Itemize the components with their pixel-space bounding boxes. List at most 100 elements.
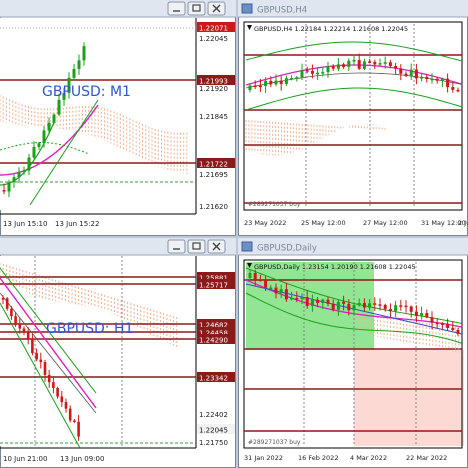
candle-bear [22,328,26,332]
candle-bear [305,297,309,306]
candle-bear [284,289,288,300]
chart-window-h1[interactable]: GBPUSD: H1 1.25881 1.25717 1.24682 1.24458 1.… [0,238,236,468]
candle-bear [331,66,335,69]
price-tick: 1.21620 [199,203,228,211]
candle-bull [17,171,21,178]
candle-bear [404,305,408,308]
candle-bull [42,130,46,144]
candle-bear [425,313,429,318]
candle-bear [264,279,268,288]
candle-bear [456,89,460,92]
candle-bear [373,303,377,305]
candle-bear [368,61,372,63]
chart-window-daily[interactable]: GBPUSD,Daily GBPUSD,Daily 1.23154 1.20190… [238,238,468,468]
candle-bull [336,64,340,69]
candle-bear [342,301,346,304]
candle-bear [26,331,30,339]
time-tick: 2 Ju [458,219,468,227]
candle-bear [316,299,320,303]
candle-bull [290,297,294,300]
candle-bear [5,298,9,309]
candle-bull [368,303,372,308]
candle-bull [357,302,361,306]
candle-bear [305,70,309,72]
time-tick: 27 May 12:00 [363,219,408,227]
candle-bull [352,60,356,62]
candle-bear [253,273,257,280]
maximize-button[interactable] [187,1,206,16]
candle-bear [43,362,47,375]
price-tag-level: 1.24290 [199,337,228,345]
order-label: #289271037 buy [248,201,301,208]
price-tag-level: 1.23342 [199,375,228,383]
candle-bear [56,387,59,397]
candle-bull [82,46,86,61]
candle-bull [352,305,356,311]
candle-bull [378,63,382,65]
chart-icon [241,241,253,252]
candle-bear [73,420,76,422]
maximize-button[interactable] [187,239,206,254]
plot-area [240,18,466,214]
ohlc-header: GBPUSD,H4 1.22184 1.22214 1.21608 1.2204… [254,25,408,33]
chart-window-h4[interactable]: GBPUSD,H4 GBPUSD,H4 1.22184 1.22214 1.216… [238,0,468,236]
plot-area [0,18,196,210]
time-tick: 31 Jan 2022 [244,454,283,462]
candle-bull [27,157,31,171]
time-tick: 4 Mar 2022 [350,454,387,462]
time-tick: 16 Feb 2022 [298,454,338,462]
candle-bear [357,60,361,69]
candle-bull [32,146,36,158]
candle-bear [258,85,262,88]
chart-caption: GBPUSD: M1 [42,84,131,100]
price-tick: 1.21695 [199,171,228,179]
chart-m1: GBPUSD: M11.220711.220451.219931.219201.… [0,0,236,228]
candle-bear [394,65,398,69]
candle-bear [310,70,314,74]
candle-bull [264,80,268,87]
candle-bear [39,359,43,363]
price-tag-level: 1.21722 [199,161,228,169]
time-tick: 13 Jun 09:00 [60,455,104,463]
minimize-button[interactable] [167,239,186,254]
chart-h4: GBPUSD,H4 GBPUSD,H4 1.22184 1.22214 1.216… [238,0,468,227]
candle-bull [72,68,76,78]
time-tick: 25 May 12:00 [301,219,346,227]
minimize-button[interactable] [167,1,186,16]
candle-bear [378,304,382,306]
candle-bull [290,78,294,80]
candle-bull [430,78,434,81]
candle-bull [7,182,11,192]
candle-bull [47,122,51,131]
candle-bear [440,323,444,325]
price-tick: 1.21920 [199,85,228,93]
candle-bear [77,421,80,437]
candle-bull [321,72,325,74]
candle-bull [269,287,273,290]
candle-bear [295,297,299,300]
candle-bull [52,114,56,123]
time-tick: 23 May 2022 [244,219,286,227]
candle-bear [430,317,434,323]
price-tag-level: 1.25717 [199,282,228,290]
price-tick: 1.21750 [199,439,228,447]
candle-bull [326,66,330,73]
candle-bear [435,78,439,81]
candle-bull [37,143,41,147]
candle-bear [388,62,392,66]
price-tag-current: 1.22045 [199,427,228,435]
price-tick: 1.21845 [199,113,228,121]
price-tag-current: 1.22071 [199,25,228,33]
time-tick: 22 Mar 2022 [406,454,447,462]
candle-bull [383,62,387,64]
candle-bull [274,80,278,85]
chart-icon [241,3,253,14]
candle-bear [269,80,273,85]
chart-window-m1[interactable]: GBPUSD: M1 1.22071 1.22045 1.21993 1.21920 1.… [0,0,236,236]
candle-bear [383,304,387,310]
time-tick: 13 Jun 15:10 [3,220,47,228]
candle-bear [68,408,72,421]
window-title: GBPUSD,H4 [257,6,307,16]
candle-bear [52,382,55,388]
candle-bull [300,70,304,78]
